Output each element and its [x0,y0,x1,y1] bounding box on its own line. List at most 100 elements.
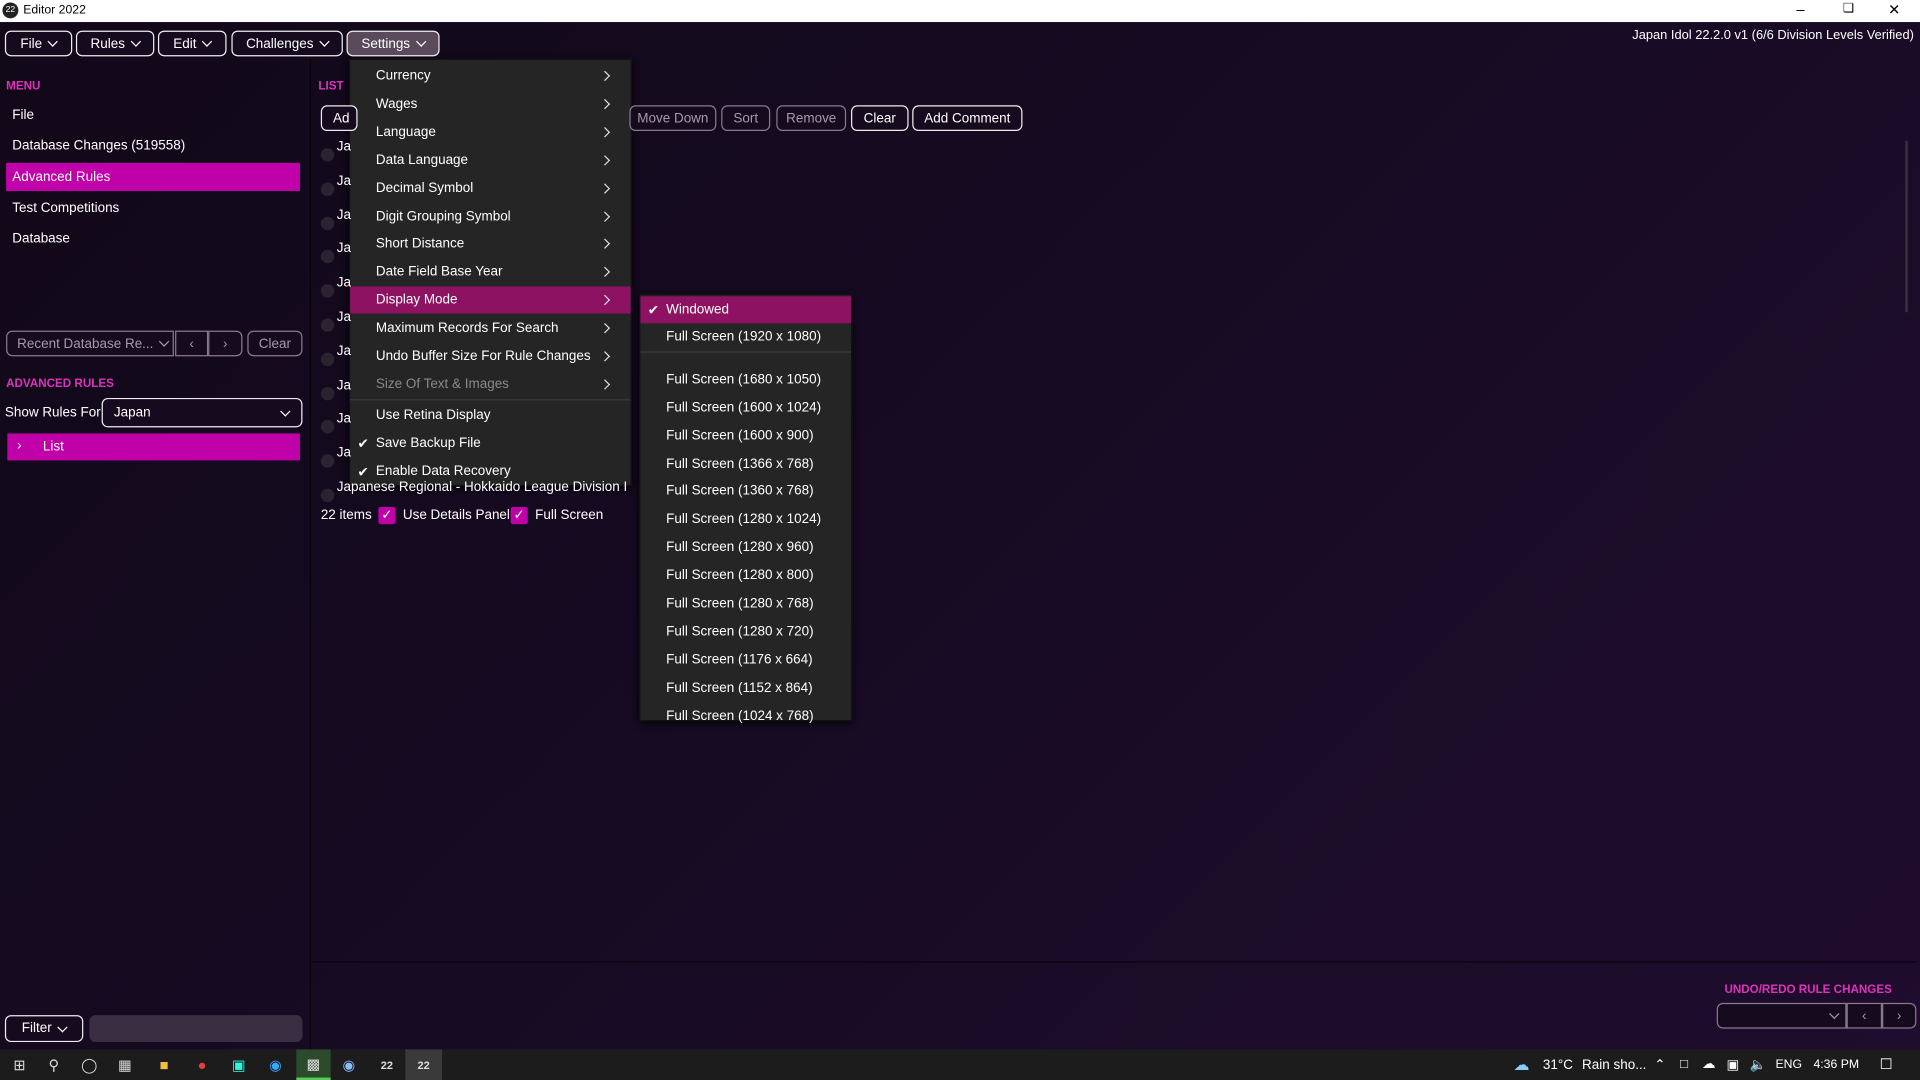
undo-button[interactable]: ‹ [1846,1002,1883,1029]
menu-rules[interactable]: Rules [75,30,155,57]
check-circle-icon[interactable] [320,216,335,230]
edge-icon[interactable]: ◉ [258,1049,292,1080]
chevron-up-icon[interactable]: ⌃ [1654,1057,1665,1073]
clock[interactable]: 4:36 PM [1813,1058,1859,1071]
recent-clear-button[interactable]: Clear [247,330,303,357]
check-circle-icon[interactable] [320,386,335,400]
check-circle-icon[interactable] [320,182,335,196]
minimize-button[interactable]: – [1796,1,1804,18]
toolbar-button-4[interactable]: Clear [851,105,909,132]
recent-prev-button[interactable]: ‹ [175,330,209,357]
list-row[interactable]: Ja [320,411,695,436]
weather-icon[interactable]: ☁ [1513,1056,1529,1076]
display-mode-item-13[interactable]: Full Screen (1152 x 864) [640,674,851,701]
display-mode-item-12[interactable]: Full Screen (1176 x 664) [640,646,851,673]
chevron-down-icon [319,36,330,47]
display-mode-item-9[interactable]: Full Screen (1280 x 800) [640,562,851,589]
file-explorer-icon[interactable]: ■ [147,1049,181,1080]
show-rules-select[interactable]: Japan [101,397,303,428]
check-circle-icon[interactable] [320,488,335,503]
network-icon[interactable]: ▣ [1727,1057,1740,1073]
onedrive-icon[interactable]: ☁ [1702,1056,1715,1072]
menu-settings[interactable]: Settings [346,30,440,57]
undo-redo-heading: UNDO/REDO RULE CHANGES [1724,983,1892,997]
editor-taskbar-icon[interactable]: 22 [370,1049,404,1080]
menu-challenges[interactable]: Challenges [231,30,343,57]
editor-active-taskbar-icon[interactable]: 22 [405,1049,443,1080]
full-screen-checkbox[interactable]: ✓ [510,506,528,525]
display-mode-item-10[interactable]: Full Screen (1280 x 768) [640,590,851,617]
settings-item-0[interactable]: Currency [350,62,630,89]
tree-item-list[interactable]: › List [7,433,301,461]
app-icon[interactable]: ● [185,1049,219,1080]
check-circle-icon[interactable] [320,148,335,162]
menu-item-label: Full Screen (1280 x 1024) [666,512,822,527]
restore-button[interactable]: ❏ [1843,2,1854,15]
recent-database-dropdown[interactable]: Recent Database Re... [6,330,174,357]
filter-dropdown[interactable]: Filter [4,1015,84,1043]
pycharm-icon[interactable]: ▣ [222,1049,256,1080]
weather-text[interactable]: Rain sho... [1582,1058,1646,1073]
check-circle-icon[interactable] [320,420,335,434]
list-row[interactable]: Ja [320,275,695,300]
filter-input[interactable] [89,1015,303,1043]
task-view-icon[interactable]: ▦ [108,1049,142,1080]
close-button[interactable]: ✕ [1888,1,1900,18]
show-rules-label: Show Rules For [4,405,101,421]
toolbar-button-5[interactable]: Add Comment [912,105,1023,132]
row-label: Ja [336,411,351,427]
steam-icon[interactable]: ◉ [332,1049,366,1080]
list-row[interactable]: Ja [320,140,695,164]
menu-file[interactable]: File [4,30,73,57]
sidebar-item-4[interactable]: Database [12,231,70,246]
menu-label: File [20,36,43,51]
check-circle-icon[interactable] [320,352,335,366]
check-circle-icon[interactable] [320,284,335,298]
list-row[interactable]: Ja [320,174,695,198]
cortana-icon[interactable]: ◯ [72,1049,106,1080]
sidebar-item-3[interactable]: Test Competitions [12,201,119,216]
advanced-rules-heading: ADVANCED RULES [6,377,114,391]
weather-temp[interactable]: 31°C [1543,1058,1573,1073]
version-text: Japan Idol 22.2.0 v1 (6/6 Division Level… [1632,28,1914,43]
check-circle-icon[interactable] [320,250,335,264]
search-icon[interactable]: ⚲ [37,1049,71,1080]
sidebar-item-2[interactable]: Advanced Rules [12,170,110,185]
list-row[interactable]: Japanese Regional - Hokkaido League Divi… [320,480,695,504]
sidebar-item-1[interactable]: Database Changes (519558) [12,138,185,153]
tree-item-label: List [42,439,64,455]
toolbar-button-2[interactable]: Sort [721,105,771,132]
list-row[interactable]: Ja [320,344,695,368]
settings-item-1[interactable]: Wages [350,90,630,117]
notifications-icon[interactable]: ☐ [1880,1056,1893,1073]
toolbar-button-3[interactable]: Remove [776,105,847,132]
display-mode-item-7[interactable]: Full Screen (1280 x 1024) [640,506,851,533]
list-row[interactable]: Ja [320,378,695,402]
menu-label: Settings [361,36,411,51]
check-circle-icon[interactable] [320,318,335,332]
list-row[interactable]: Ja [320,446,695,470]
list-row[interactable]: Ja [320,310,695,334]
check-circle-icon[interactable] [320,454,335,468]
scrollbar[interactable] [1905,140,1908,313]
undo-history-dropdown[interactable] [1716,1002,1847,1029]
language-indicator[interactable]: ENG [1776,1058,1803,1071]
redo-button[interactable]: › [1882,1002,1917,1029]
sidebar-item-0[interactable]: File [12,108,34,123]
menu-edit[interactable]: Edit [157,30,227,57]
row-label: Ja [336,275,351,291]
windows-start-icon[interactable]: ⊞ [2,1049,36,1080]
volume-icon[interactable]: 🔈 [1750,1057,1767,1073]
list-row[interactable]: Ja [320,208,695,232]
display-mode-item-11[interactable]: Full Screen (1280 x 720) [640,618,851,645]
display-mode-item-8[interactable]: Full Screen (1280 x 960) [640,534,851,561]
display-mode-item-14[interactable]: Full Screen (1024 x 768) [640,702,851,729]
list-row[interactable]: Ja [320,242,695,266]
use-details-panel-checkbox[interactable]: ✓ [378,506,396,525]
menu-item-label: Full Screen (1176 x 664) [666,652,813,668]
meet-icon[interactable]: □ [1680,1057,1688,1072]
recent-next-button[interactable]: › [208,330,243,357]
toolbar-button-1[interactable]: Move Down [629,105,717,132]
toolbar-button-0[interactable]: Ad [320,105,358,132]
media-icon[interactable]: ▩ [296,1049,331,1080]
